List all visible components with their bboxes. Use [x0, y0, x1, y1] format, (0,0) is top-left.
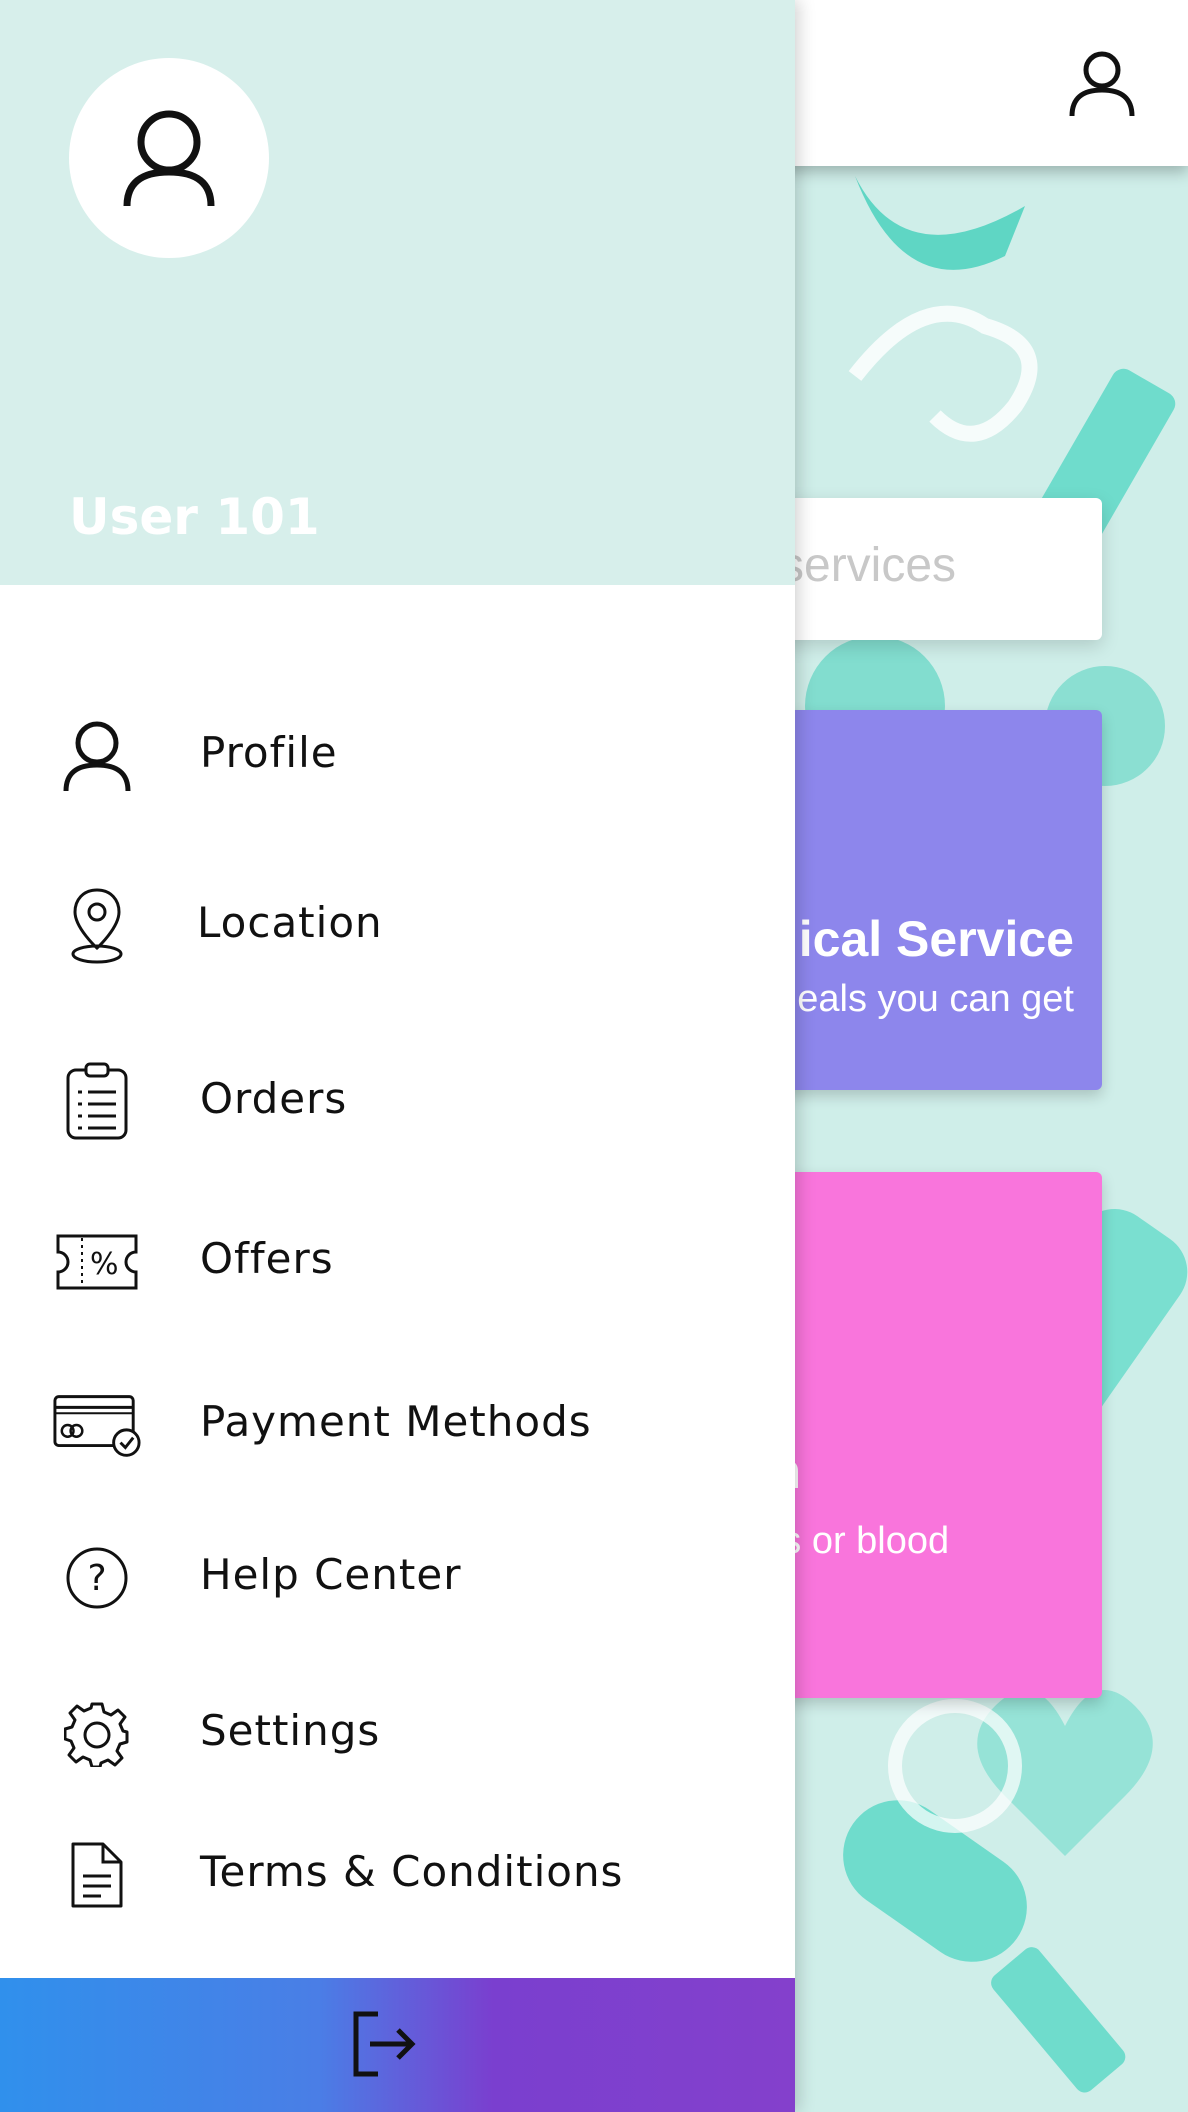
menu-label: Help Center [200, 1550, 462, 1599]
menu-label: Terms & Conditions [200, 1847, 624, 1896]
card-title: ical Service [798, 911, 1074, 967]
location-pin-icon [52, 886, 142, 966]
menu-item-settings[interactable]: Settings [0, 1684, 795, 1784]
navigation-drawer: User 101 Profile Location Orders % Offer… [0, 0, 795, 2112]
question-circle-icon: ? [52, 1538, 142, 1618]
menu-label: Location [197, 898, 383, 947]
credit-card-check-icon [52, 1385, 142, 1465]
user-icon[interactable] [1066, 46, 1138, 118]
menu-item-location[interactable]: Location [0, 876, 795, 976]
menu-label: Profile [200, 728, 338, 777]
avatar[interactable] [69, 58, 269, 258]
clipboard-icon [52, 1062, 142, 1142]
card-subtitle: eals you can get [797, 978, 1074, 1020]
menu-item-offers[interactable]: % Offers [0, 1212, 795, 1312]
menu-item-help-center[interactable]: ? Help Center [0, 1528, 795, 1628]
menu-item-profile[interactable]: Profile [0, 706, 795, 806]
menu-item-terms-conditions[interactable]: Terms & Conditions [0, 1825, 795, 1925]
menu-label: Orders [200, 1074, 348, 1123]
gear-icon [52, 1694, 142, 1774]
user-icon [52, 716, 142, 796]
coupon-percent-icon: % [52, 1222, 142, 1302]
svg-text:?: ? [87, 1558, 106, 1599]
menu-item-orders[interactable]: Orders [0, 1052, 795, 1152]
logout-icon [353, 2011, 416, 2077]
logout-button[interactable] [0, 1978, 795, 2112]
background-pattern [805, 176, 1188, 2093]
search-placeholder: services [780, 539, 957, 592]
user-name: User 101 [69, 488, 320, 546]
menu-item-payment-methods[interactable]: Payment Methods [0, 1375, 795, 1475]
menu-label: Offers [200, 1234, 334, 1283]
menu-label: Payment Methods [200, 1397, 592, 1446]
user-icon [123, 110, 215, 207]
svg-text:%: % [90, 1247, 119, 1282]
drawer-header: User 101 [0, 0, 795, 585]
document-icon [52, 1835, 142, 1915]
menu-label: Settings [200, 1706, 381, 1755]
